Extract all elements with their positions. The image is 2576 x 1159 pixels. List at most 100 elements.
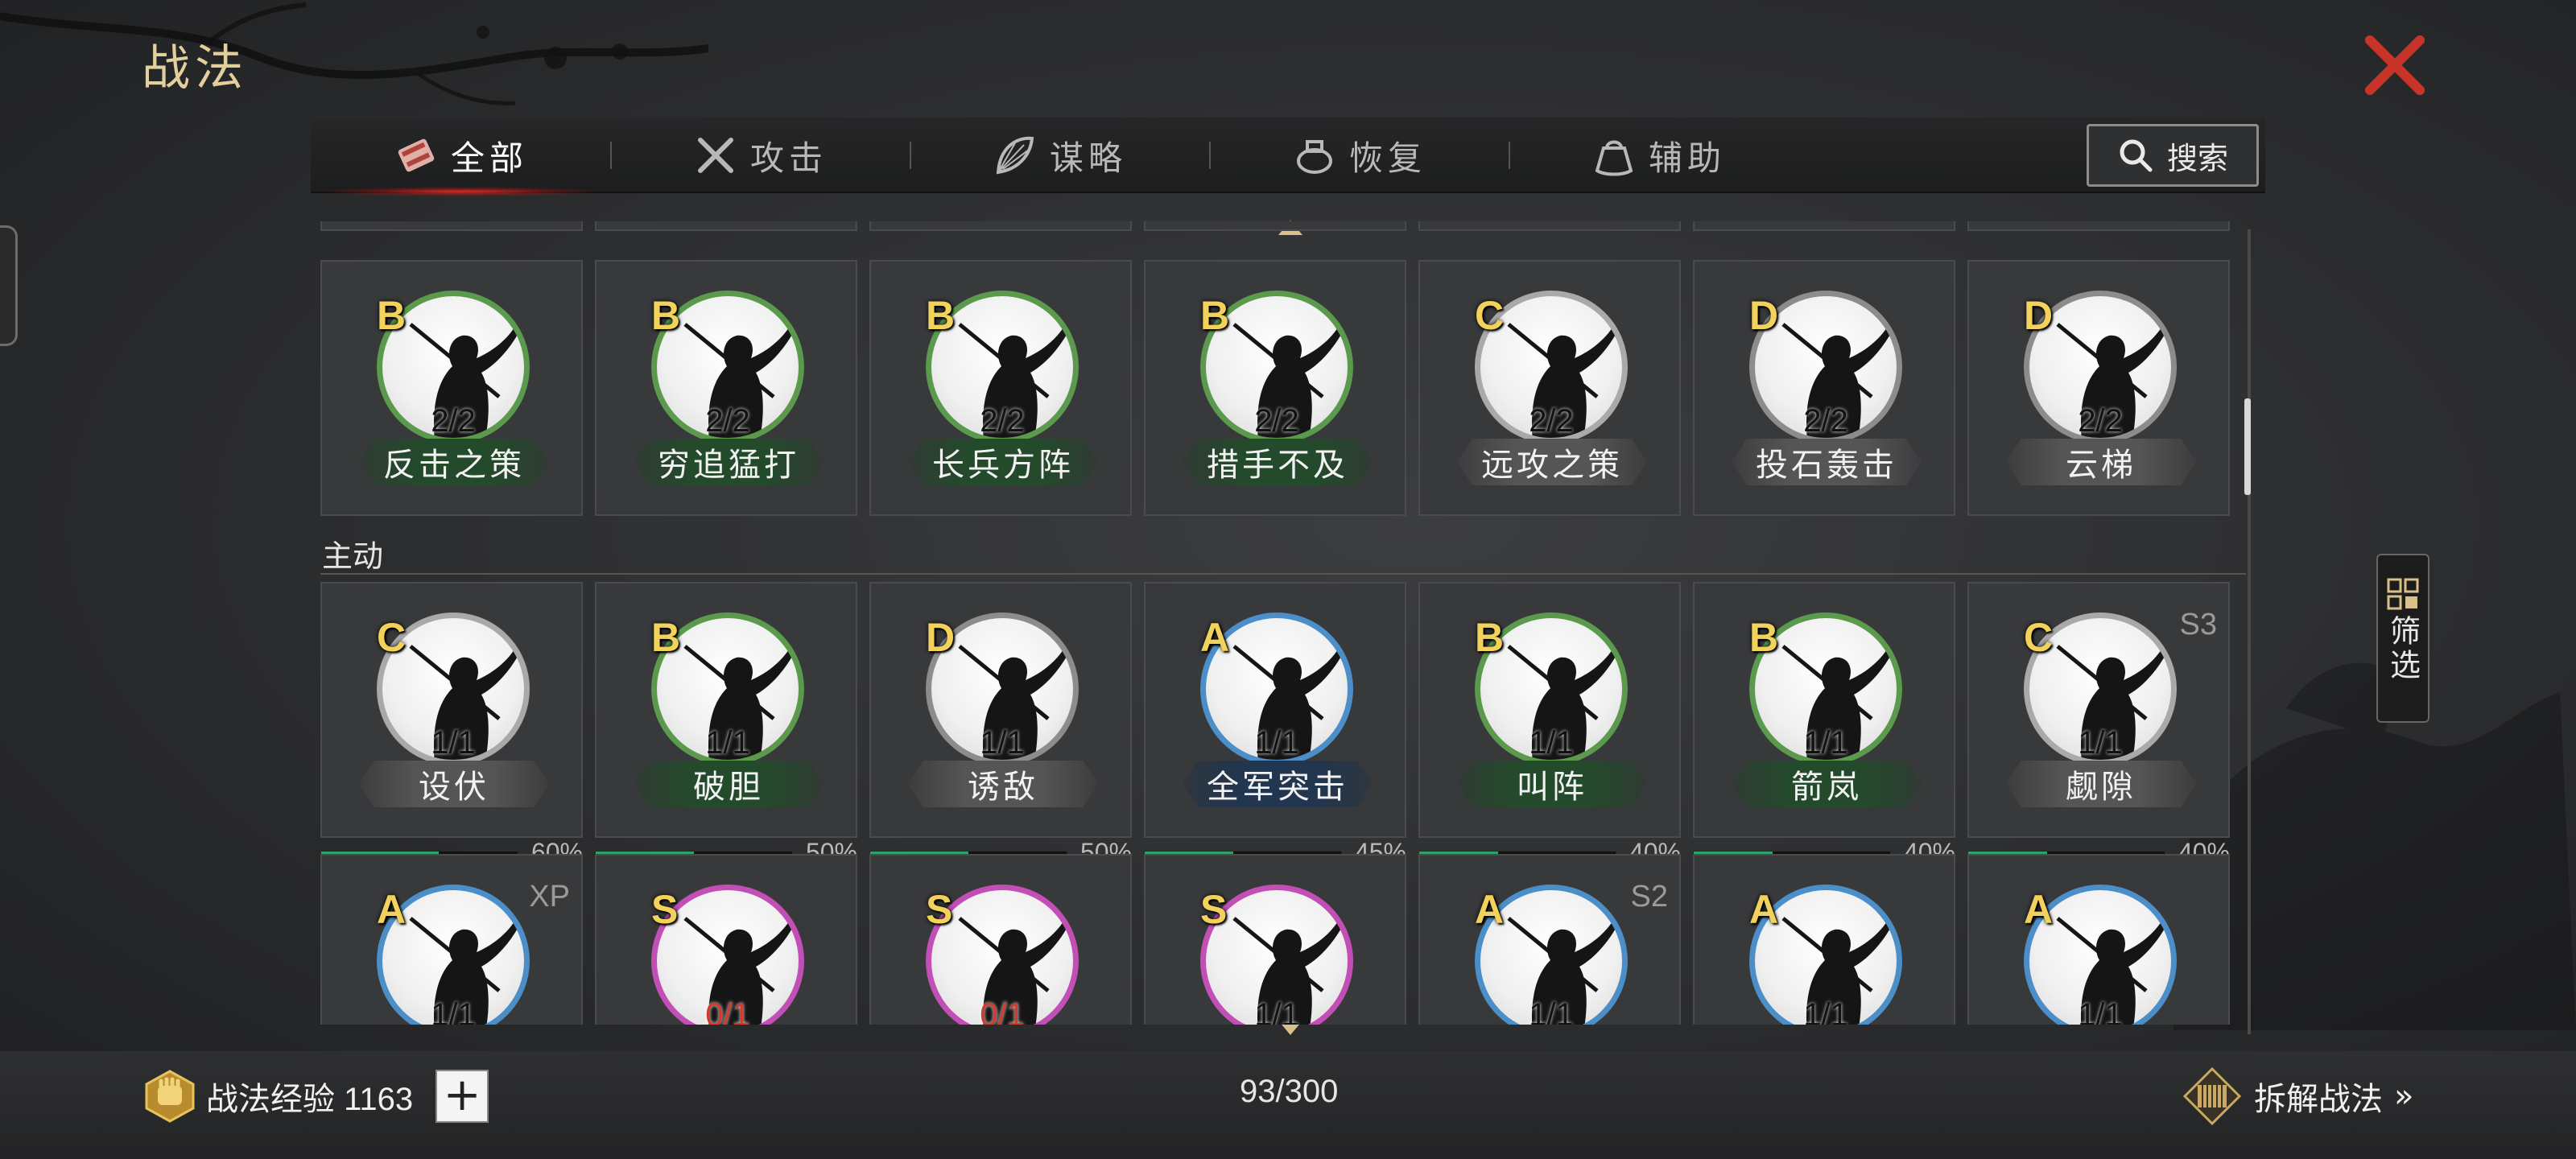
search-button[interactable]: 搜索: [2087, 124, 2259, 187]
copy-count: 2/2: [705, 403, 750, 439]
tactic-name: 长兵方阵: [908, 439, 1098, 485]
tab-strategy[interactable]: 谋略: [910, 118, 1209, 193]
filter-label: 筛选: [2384, 615, 2421, 683]
tactic-name: 全军突击: [1183, 761, 1373, 807]
tactic-card[interactable]: A 1/1: [1967, 854, 2230, 1025]
copy-count: 1/1: [1529, 997, 1574, 1025]
grade-badge: B: [377, 293, 407, 338]
tactic-name: 远攻之策: [1457, 439, 1647, 485]
grade-badge: B: [926, 293, 956, 338]
tactic-card[interactable]: D 1/1 诱敌: [869, 582, 1132, 838]
tactic-name: 穷追猛打: [634, 439, 824, 485]
tactic-card-partial[interactable]: [320, 221, 583, 231]
season-tag: S2: [1630, 880, 1668, 914]
tactic-name: 破胆: [634, 761, 824, 807]
tactic-card[interactable]: A 1/1 XP: [320, 854, 583, 1025]
grade-badge: D: [1749, 293, 1779, 338]
grade-badge: S: [651, 887, 679, 932]
add-exp-button[interactable]: +: [436, 1070, 489, 1123]
tactic-capacity: 93/300: [1240, 1074, 1339, 1109]
tactic-card[interactable]: A 1/1 全军突击: [1144, 582, 1406, 838]
copy-count: 1/1: [1803, 725, 1848, 761]
grade-badge: S: [926, 887, 953, 932]
tab-recovery[interactable]: 恢复: [1209, 118, 1509, 193]
tactic-card-partial[interactable]: [1967, 221, 2230, 231]
copy-count: 1/1: [431, 725, 476, 761]
tactic-card-partial[interactable]: [1693, 221, 1955, 231]
copy-count: 2/2: [1529, 403, 1574, 439]
tactic-card[interactable]: A 1/1: [1693, 854, 1955, 1025]
copy-count: 0/1: [705, 997, 750, 1025]
copy-count: 2/2: [1803, 403, 1848, 439]
grade-badge: C: [2024, 615, 2054, 660]
tactic-card[interactable]: B 2/2 反击之策: [320, 260, 583, 516]
double-chevron-right-icon: »: [2394, 1078, 2414, 1115]
tactic-card[interactable]: S 1/1: [1144, 854, 1406, 1025]
tab-label: 全部: [450, 138, 528, 178]
grade-badge: B: [651, 615, 681, 660]
tactic-card-partial[interactable]: [595, 221, 857, 231]
grade-badge: D: [2024, 293, 2054, 338]
crossed-swords-icon: [697, 138, 733, 173]
tactic-card[interactable]: C 1/1 设伏: [320, 582, 583, 838]
tab-label: 辅助: [1648, 138, 1726, 178]
grade-badge: B: [1749, 615, 1779, 660]
tab-support[interactable]: 辅助: [1509, 118, 1808, 193]
tab-attack[interactable]: 攻击: [610, 118, 910, 193]
tactic-card[interactable]: B 2/2 穷追猛打: [595, 260, 857, 516]
tactic-card[interactable]: D 2/2 云梯: [1967, 260, 2230, 516]
feather-fan-icon: [996, 136, 1034, 175]
dismantle-tactic-button[interactable]: 拆解战法 »: [2182, 1064, 2413, 1128]
tactic-name: 觑隙: [2006, 761, 2196, 807]
search-label: 搜索: [2166, 140, 2228, 176]
grade-badge: B: [1475, 615, 1505, 660]
copy-count: 1/1: [2078, 997, 2123, 1025]
copy-count: 2/2: [431, 403, 476, 439]
tactic-name: 叫阵: [1457, 761, 1647, 807]
tactic-card[interactable]: B 1/1 叫阵: [1418, 582, 1681, 838]
exp-label: 战法经验 1163: [206, 1082, 414, 1117]
tactic-name: 措手不及: [1183, 439, 1373, 485]
grade-badge: A: [1475, 887, 1505, 932]
section-heading-active: 主动: [322, 538, 384, 574]
tactic-card[interactable]: B 1/1 破胆: [595, 582, 857, 838]
dismantle-label: 拆解战法: [2254, 1081, 2383, 1118]
tactic-card[interactable]: S 0/1: [595, 854, 857, 1025]
tactic-card-partial[interactable]: [1144, 221, 1406, 231]
tactic-grid: B 2/2 反击之策 B 2/2 穷追猛打 B 2/2 长兵方阵 B 2/2 措手不及 C 2/2 远攻之策…: [320, 221, 2252, 1025]
tactic-card[interactable]: B 2/2 措手不及: [1144, 260, 1406, 516]
grade-badge: A: [377, 887, 407, 932]
tab-label: 恢复: [1348, 138, 1426, 178]
tab-all[interactable]: 全部: [311, 118, 610, 196]
tactic-name: 箭岚: [1732, 761, 1922, 807]
tactic-exp-display: 战法经验 1163 +: [142, 1064, 489, 1128]
tactic-name: 反击之策: [359, 439, 549, 485]
search-icon: [2120, 139, 2153, 172]
filter-button[interactable]: 筛选: [2376, 554, 2429, 723]
copy-count: 1/1: [2078, 725, 2123, 761]
tactic-card[interactable]: S 0/1: [869, 854, 1132, 1025]
page-title: 战法: [142, 40, 248, 97]
section-divider: [320, 573, 2246, 575]
tactic-card[interactable]: B 2/2 长兵方阵: [869, 260, 1132, 516]
tactic-card[interactable]: C 1/1 觑隙 S3: [1967, 582, 2230, 838]
copy-count: 2/2: [1254, 403, 1299, 439]
medicine-pot-icon: [1296, 140, 1332, 174]
tactic-card[interactable]: C 2/2 远攻之策: [1418, 260, 1681, 516]
tactic-card[interactable]: A 1/1 S2: [1418, 854, 1681, 1025]
side-drawer-handle[interactable]: [0, 225, 18, 346]
close-icon[interactable]: [2359, 29, 2431, 101]
tactic-name: 诱敌: [908, 761, 1098, 807]
tactic-card-partial[interactable]: [869, 221, 1132, 231]
tactic-card[interactable]: B 1/1 箭岚: [1693, 582, 1955, 838]
grade-badge: B: [651, 293, 681, 338]
grade-badge: A: [1749, 887, 1779, 932]
grid-filter-icon: [2387, 578, 2419, 610]
copy-count: 2/2: [2078, 403, 2123, 439]
grade-badge: A: [2024, 887, 2054, 932]
copy-count: 1/1: [705, 725, 750, 761]
tactic-card[interactable]: D 2/2 投石轰击: [1693, 260, 1955, 516]
tactic-card-partial[interactable]: [1418, 221, 1681, 231]
tactic-name: 投石轰击: [1732, 439, 1922, 485]
tab-label: 谋略: [1049, 138, 1127, 178]
